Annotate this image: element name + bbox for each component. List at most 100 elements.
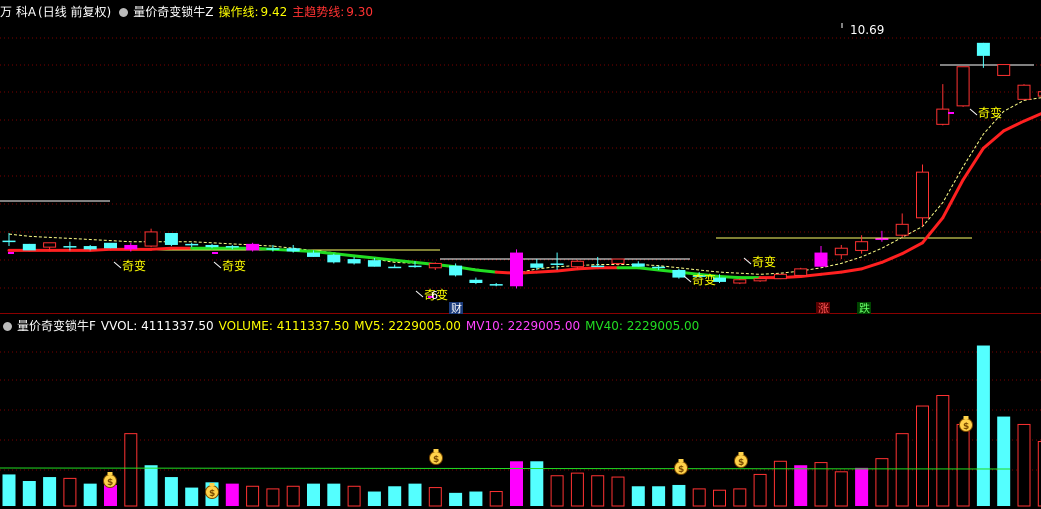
stock-name[interactable]: 万 科A <box>0 5 36 19</box>
candle-body <box>733 279 747 284</box>
volume-bar <box>611 476 625 507</box>
volume-bar <box>1017 423 1031 507</box>
candle-body <box>794 268 808 276</box>
volume-bar <box>875 458 889 507</box>
volume-bar <box>307 483 320 506</box>
candle-body <box>449 265 463 276</box>
count-label: 6 <box>431 289 438 302</box>
candle-body <box>83 246 97 250</box>
candle-body <box>164 233 178 245</box>
indicator-name[interactable]: 量价奇变锁牛Z <box>133 5 213 19</box>
reference-lines <box>0 64 1034 260</box>
candle-body <box>773 273 787 280</box>
trend-line-segment <box>555 267 579 273</box>
qibian-label: 奇变 <box>222 258 246 273</box>
candle-body <box>753 278 767 282</box>
volume-bar <box>2 474 16 506</box>
trend-line-segment <box>393 258 417 264</box>
candle-body <box>916 171 929 219</box>
trend-line-segment <box>1002 119 1026 133</box>
candle-body <box>510 252 523 287</box>
qibian-label: 奇变 <box>692 272 716 287</box>
candle-body <box>489 284 503 286</box>
mv5-value: MV5: 2229005.00 <box>354 319 461 333</box>
candle-body <box>956 66 970 107</box>
trend-line-segment <box>718 274 742 280</box>
volume-bars <box>2 345 1041 507</box>
volume-bar <box>692 488 706 507</box>
money-bag-icon-symbol: $ <box>209 489 215 499</box>
money-bag-icon-symbol: $ <box>433 455 439 465</box>
money-bag-icon-knot <box>433 449 439 452</box>
volume-bar <box>530 461 544 506</box>
trend-line-segment <box>474 268 498 274</box>
candle-body <box>976 42 990 56</box>
qibian-arrow-icon <box>969 108 978 116</box>
qibian-arrow-icon <box>743 257 752 265</box>
volume-bar <box>43 477 57 506</box>
money-bag-icon-symbol: $ <box>738 458 744 468</box>
candle-body <box>63 246 77 248</box>
volume-bar <box>63 477 77 507</box>
volume-bar <box>733 488 747 507</box>
money-bag-icon-knot <box>107 472 113 475</box>
volume-bar <box>164 477 178 506</box>
volume-bar <box>591 475 605 507</box>
candle-body <box>327 254 341 263</box>
volume-bar <box>631 486 645 506</box>
volume-bar <box>104 484 117 506</box>
candle-body <box>591 265 605 268</box>
volume-bar <box>469 491 483 506</box>
candle-body <box>144 231 158 247</box>
money-bag-icon-symbol: $ <box>107 478 113 488</box>
trend-line-segment <box>981 129 1006 150</box>
indicator-toggle-icon[interactable] <box>119 8 129 17</box>
candle-body <box>855 241 869 251</box>
volume-bar <box>449 492 463 506</box>
trend-line-segment <box>880 252 904 264</box>
volume-bar <box>672 484 686 506</box>
price-panel-header: 万 科A (日线 前复权) 量价奇变锁牛Z 操作线: 9.42 主趋势线: 9.30 <box>0 3 378 21</box>
candle-body <box>997 64 1011 76</box>
volume-bar <box>327 483 341 506</box>
volume-bar <box>550 475 564 507</box>
trend-line <box>7 112 1041 280</box>
candle-body <box>266 248 280 250</box>
candle-body <box>43 242 57 248</box>
cai-label: 财 <box>451 301 462 315</box>
trend-line-segment <box>575 266 600 271</box>
volume-bar <box>895 433 909 507</box>
op-line-value: 9.42 <box>260 5 288 19</box>
volume-bar <box>916 405 929 507</box>
candle-body <box>936 108 950 125</box>
money-bag-icon-symbol: $ <box>678 465 684 475</box>
candle-body <box>367 260 381 267</box>
trend-line-segment <box>372 256 397 262</box>
trend-line-segment <box>900 241 924 256</box>
volume-bar <box>956 423 970 507</box>
trend-line-segment <box>860 260 884 271</box>
volume-indicator-toggle-icon[interactable] <box>3 322 12 331</box>
candle-body <box>1017 84 1031 100</box>
high-price-label: 10.69 <box>850 23 884 37</box>
volume-bar <box>652 486 666 506</box>
trend-line-segment <box>149 246 173 251</box>
trend-line-segment <box>535 269 559 274</box>
volume-bar <box>388 486 402 506</box>
volume-bar <box>367 491 381 506</box>
trend-line-label: 主趋势线: <box>292 5 345 19</box>
trend-line-segment <box>88 247 112 252</box>
volume-indicator-name[interactable]: 量价奇变锁牛F <box>17 319 96 333</box>
volume-bar <box>286 485 300 507</box>
candle-body <box>814 252 828 267</box>
volume-bar <box>936 395 950 507</box>
mv10-value: MV10: 2229005.00 <box>465 319 581 333</box>
money-bag-icon-knot <box>738 452 744 455</box>
qibian-label: 奇变 <box>122 258 146 273</box>
volume-bar <box>510 461 523 506</box>
qibian-label: 奇变 <box>752 254 776 269</box>
volume-bar <box>428 487 442 507</box>
volume-bar <box>347 485 361 507</box>
volume-bar <box>976 345 990 506</box>
trend-line-segment <box>352 254 376 260</box>
